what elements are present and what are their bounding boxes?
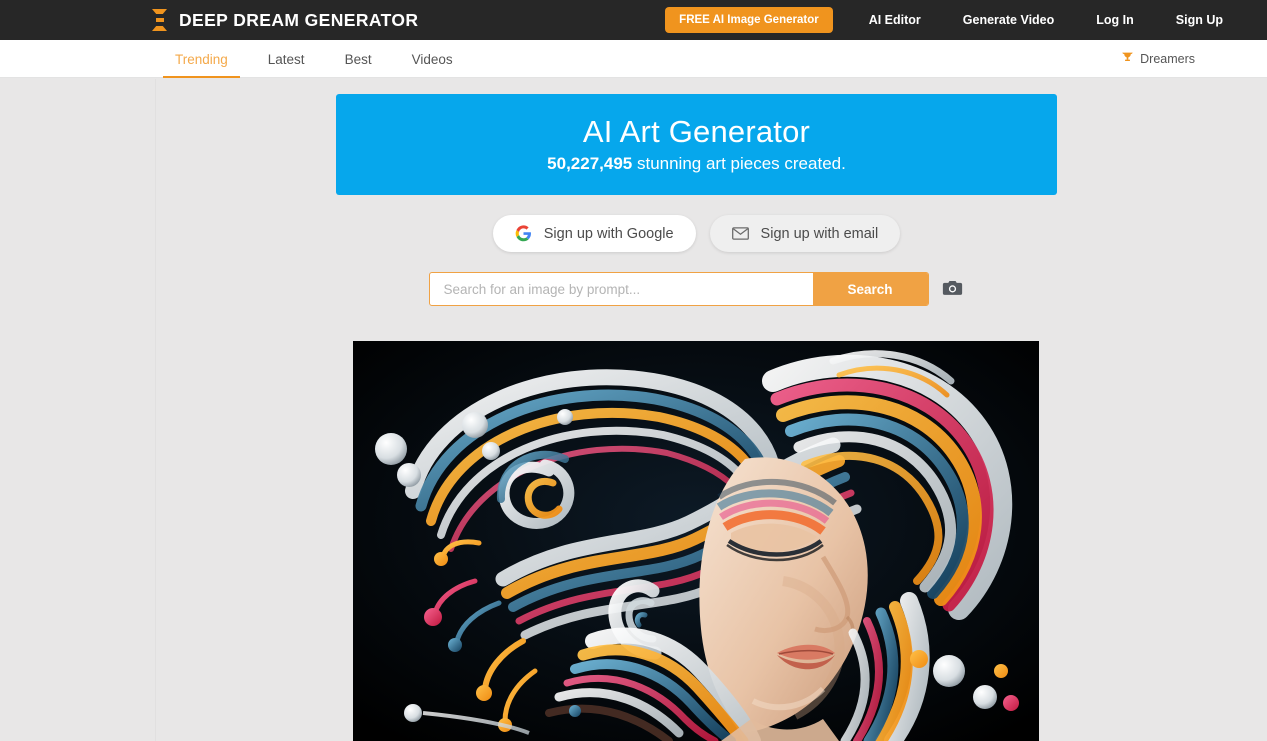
- tab-videos[interactable]: Videos: [392, 40, 473, 78]
- art-pieces-count: 50,227,495: [547, 153, 633, 173]
- envelope-icon: [731, 227, 749, 240]
- brand-logo[interactable]: DEEP DREAM GENERATOR: [152, 9, 418, 31]
- page-body: AI Art Generator 50,227,495 stunning art…: [0, 79, 1267, 741]
- nav-link-log-in[interactable]: Log In: [1096, 13, 1134, 27]
- nav-link-generate-video[interactable]: Generate Video: [963, 13, 1054, 27]
- nav-link-ai-editor[interactable]: AI Editor: [869, 13, 921, 27]
- hero-banner: AI Art Generator 50,227,495 stunning art…: [336, 94, 1057, 195]
- sign-up-with-google-label: Sign up with Google: [543, 225, 674, 242]
- tab-latest[interactable]: Latest: [248, 40, 325, 78]
- top-navigation: FREE AI Image Generator AI Editor Genera…: [665, 0, 1267, 40]
- dreamers-label: Dreamers: [1140, 52, 1195, 66]
- brand-name: DEEP DREAM GENERATOR: [179, 9, 419, 30]
- nav-link-sign-up[interactable]: Sign Up: [1176, 13, 1223, 27]
- content-tabs: Trending Latest Best Videos: [155, 40, 473, 78]
- sign-up-with-email-label: Sign up with email: [760, 225, 879, 242]
- search-section: Search: [336, 272, 1057, 306]
- top-header-bar: DEEP DREAM GENERATOR FREE AI Image Gener…: [0, 0, 1267, 40]
- featured-artwork[interactable]: [353, 341, 1039, 741]
- content-column: AI Art Generator 50,227,495 stunning art…: [155, 79, 1267, 741]
- hero-subtitle-rest: stunning art pieces created.: [632, 153, 846, 173]
- sub-navigation-bar: Trending Latest Best Videos Dreamers: [0, 40, 1267, 78]
- dreamers-link[interactable]: Dreamers: [1121, 40, 1195, 78]
- signup-options: Sign up with Google Sign up with email: [336, 215, 1057, 252]
- search-input[interactable]: [429, 273, 813, 305]
- tab-trending[interactable]: Trending: [155, 40, 248, 78]
- trophy-icon: [1121, 51, 1134, 67]
- sign-up-with-email-button[interactable]: Sign up with email: [709, 215, 901, 252]
- search-button[interactable]: Search: [812, 273, 928, 305]
- sign-up-with-google-button[interactable]: Sign up with Google: [492, 215, 696, 252]
- camera-icon: [942, 279, 963, 300]
- hero-subtitle: 50,227,495 stunning art pieces created.: [547, 154, 846, 174]
- free-ai-image-generator-button[interactable]: FREE AI Image Generator: [665, 7, 833, 33]
- tab-best[interactable]: Best: [325, 40, 392, 78]
- camera-search-button[interactable]: [941, 277, 965, 301]
- hourglass-logo-icon: [152, 9, 167, 31]
- page-title: AI Art Generator: [582, 114, 811, 150]
- google-g-icon: [515, 225, 532, 242]
- search-box: Search: [428, 272, 929, 306]
